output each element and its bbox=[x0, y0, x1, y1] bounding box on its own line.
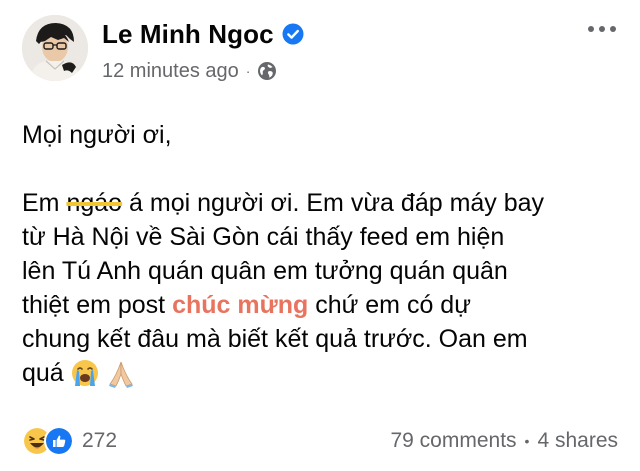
highlighted-phrase: chúc mừng bbox=[172, 291, 309, 319]
more-dot-icon bbox=[599, 26, 605, 32]
post-text-segment: á mọi người ơi. Em vừa đáp máy bay bbox=[122, 189, 545, 217]
verified-badge-icon bbox=[282, 23, 304, 45]
meta-separator: · bbox=[245, 63, 251, 79]
post-greeting: Mọi người ơi, bbox=[22, 121, 172, 149]
folded-hands-emoji-icon bbox=[108, 361, 133, 388]
more-dot-icon bbox=[588, 26, 594, 32]
post-paragraph: Em ngáo á mọi người ơi. Em vừa đáp máy b… bbox=[22, 186, 622, 390]
struck-word: ngáo bbox=[66, 189, 123, 217]
author-row: Le Minh Ngoc bbox=[102, 18, 304, 50]
post-timestamp[interactable]: 12 minutes ago bbox=[102, 60, 239, 83]
post-line: chung kết đâu mà biết kết quả trước. Oan… bbox=[22, 325, 528, 353]
facebook-post: Le Minh Ngoc 12 minutes ago · Mọi người … bbox=[0, 0, 640, 471]
post-line: quá bbox=[22, 356, 622, 390]
reaction-icons bbox=[22, 426, 74, 456]
post-text-segment: Em bbox=[22, 189, 67, 217]
more-dot-icon bbox=[610, 26, 616, 32]
like-reaction-icon bbox=[44, 426, 74, 456]
author-avatar[interactable] bbox=[22, 15, 88, 81]
post-text-segment: thiệt em post bbox=[22, 291, 173, 319]
more-options-button[interactable] bbox=[588, 22, 616, 36]
post-text-segment: quá bbox=[22, 359, 64, 387]
post-line: lên Tú Anh quán quân em tưởng quán quân bbox=[22, 257, 508, 285]
comments-count-link[interactable]: 79 comments bbox=[390, 429, 516, 453]
post-stats: 79 comments • 4 shares bbox=[390, 427, 618, 455]
post-line: thiệt em post chúc mừng chứ em có dự bbox=[22, 288, 622, 322]
avatar-image bbox=[22, 15, 88, 81]
author-name[interactable]: Le Minh Ngoc bbox=[102, 19, 274, 50]
post-line: Em ngáo á mọi người ơi. Em vừa đáp máy b… bbox=[22, 186, 622, 220]
post-text-segment: chứ em có dự bbox=[308, 291, 471, 319]
stats-separator: • bbox=[524, 433, 530, 449]
post-body: Mọi người ơi, Em ngáo á mọi người ơi. Em… bbox=[22, 118, 622, 390]
post-meta: 12 minutes ago · bbox=[102, 58, 277, 84]
shares-count-link[interactable]: 4 shares bbox=[537, 429, 618, 453]
globe-icon[interactable] bbox=[257, 61, 277, 81]
reactions-summary[interactable]: 272 bbox=[22, 426, 118, 456]
reaction-count: 272 bbox=[82, 429, 118, 452]
post-line: từ Hà Nội về Sài Gòn cái thấy feed em hi… bbox=[22, 223, 505, 251]
crying-face-emoji-icon bbox=[71, 360, 98, 386]
